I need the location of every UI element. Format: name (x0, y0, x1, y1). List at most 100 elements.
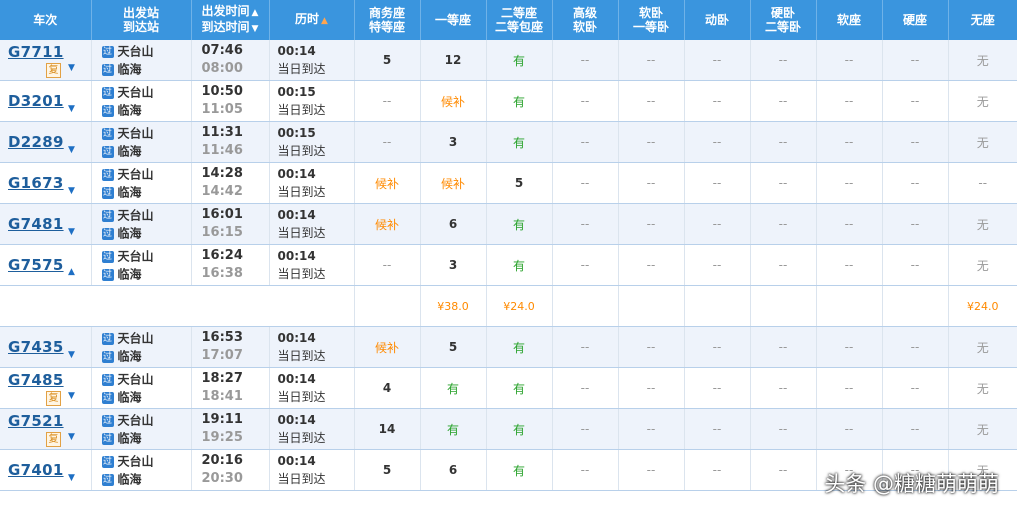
chevron-down-icon[interactable]: ▼ (68, 145, 75, 155)
train-number-link[interactable]: D3201 (8, 92, 64, 110)
header-duration[interactable]: 历时 ▲ (269, 0, 355, 40)
seat-second-seat[interactable]: 有 (486, 80, 553, 122)
seat-first-seat[interactable]: 候补 (420, 162, 487, 204)
duration-cell: 00:14 当日到达 (269, 408, 355, 450)
chevron-up-icon[interactable]: ▲ (68, 267, 75, 277)
seat-hard-sleeper: -- (750, 162, 817, 204)
chevron-down-icon[interactable]: ▼ (68, 227, 75, 237)
seat-status[interactable]: 候补 (375, 218, 399, 232)
seat-second-seat[interactable]: 有 (486, 408, 553, 450)
train-number-link[interactable]: G7711 (8, 43, 64, 61)
chevron-down-icon[interactable]: ▼ (68, 350, 75, 360)
train-number-link[interactable]: G7575 (8, 256, 64, 274)
seat-business-seat[interactable]: 候补 (354, 203, 421, 245)
duration-cell: 00:14 当日到达 (269, 162, 355, 204)
header-arrive-time[interactable]: 到达时间 ▼ (192, 20, 269, 36)
seat-second-seat[interactable]: 有 (486, 203, 553, 245)
header-depart-time[interactable]: 出发时间 ▲ (192, 4, 269, 20)
seat-status[interactable]: 有 (513, 259, 525, 273)
seat-hard-seat: -- (882, 203, 949, 245)
arrive-station: 临海 (117, 144, 142, 159)
chevron-down-icon[interactable]: ▼ (68, 473, 75, 483)
seat-status[interactable]: 14 (379, 422, 396, 436)
seat-second-seat[interactable]: 有 (486, 40, 553, 81)
seat-first-seat[interactable]: 5 (420, 326, 487, 368)
seat-business-seat[interactable]: 候补 (354, 162, 421, 204)
sort-up-icon[interactable]: ▲ (321, 16, 328, 26)
seat-first-seat[interactable]: 候补 (420, 80, 487, 122)
seat-first-seat[interactable]: 3 (420, 121, 487, 163)
seat-business-seat[interactable]: 14 (354, 408, 421, 450)
chevron-down-icon[interactable]: ▼ (68, 432, 75, 442)
seat-business-seat[interactable]: 4 (354, 367, 421, 409)
chevron-down-icon[interactable]: ▼ (68, 186, 75, 196)
seat-second-seat[interactable]: 有 (486, 244, 553, 286)
seat-business-seat[interactable]: 5 (354, 449, 421, 491)
duration-cell: 00:14 当日到达 (269, 367, 355, 409)
seat-first-seat[interactable]: 有 (420, 408, 487, 450)
train-number-link[interactable]: G7521 (8, 412, 64, 430)
seat-no-seat: -- (948, 162, 1017, 204)
seat-status[interactable]: 有 (513, 382, 525, 396)
seat-soft-sleeper: -- (618, 244, 685, 286)
chevron-down-icon[interactable]: ▼ (68, 63, 75, 73)
chevron-down-icon[interactable]: ▼ (68, 104, 75, 114)
seat-status[interactable]: 5 (383, 463, 391, 477)
seat-hard-seat: -- (882, 408, 949, 450)
seat-first-seat[interactable]: 3 (420, 244, 487, 286)
seat-status: -- (910, 340, 920, 354)
seat-business-seat[interactable]: 5 (354, 40, 421, 81)
seat-status[interactable]: 候补 (375, 341, 399, 355)
pass-station-icon: 过 (101, 250, 114, 263)
seat-status[interactable]: 有 (447, 423, 459, 437)
train-number-link[interactable]: G7435 (8, 338, 64, 356)
header-times[interactable]: 出发时间 ▲ 到达时间 ▼ (191, 0, 270, 40)
train-number-link[interactable]: D2289 (8, 133, 64, 151)
seat-status[interactable]: 5 (383, 53, 391, 67)
seat-status[interactable]: 有 (513, 423, 525, 437)
seat-second-seat[interactable]: 5 (486, 162, 553, 204)
seat-status[interactable]: 5 (449, 340, 457, 354)
seat-status[interactable]: 3 (449, 135, 457, 149)
seat-second-seat[interactable]: 有 (486, 121, 553, 163)
train-number-link[interactable]: G7485 (8, 371, 64, 389)
duration: 00:15 (277, 85, 316, 99)
seat-status: -- (382, 135, 392, 149)
seat-status[interactable]: 候补 (375, 177, 399, 191)
seat-second-seat[interactable]: 有 (486, 449, 553, 491)
seat-first-seat[interactable]: 12 (420, 40, 487, 81)
seat-status[interactable]: 6 (449, 217, 457, 231)
seat-status[interactable]: 5 (515, 176, 523, 190)
seat-first-seat[interactable]: 6 (420, 449, 487, 491)
train-number-link[interactable]: G1673 (8, 174, 64, 192)
seat-business-seat[interactable]: 候补 (354, 326, 421, 368)
seat-status: -- (778, 381, 788, 395)
sort-up-icon[interactable]: ▲ (252, 8, 259, 18)
seat-status[interactable]: 有 (447, 382, 459, 396)
seat-status[interactable]: 有 (513, 95, 525, 109)
seat-second-seat[interactable]: 有 (486, 326, 553, 368)
sort-down-icon[interactable]: ▼ (252, 24, 259, 34)
seat-status[interactable]: 有 (513, 54, 525, 68)
seat-first-seat[interactable]: 6 (420, 203, 487, 245)
seat-status[interactable]: 3 (449, 258, 457, 272)
times-cell: 16:53 17:07 (191, 326, 270, 368)
seat-status[interactable]: 有 (513, 341, 525, 355)
seat-status[interactable]: 候补 (441, 95, 465, 109)
seat-status: -- (646, 176, 656, 190)
seat-soft-sleeper: -- (618, 121, 685, 163)
chevron-down-icon[interactable]: ▼ (68, 391, 75, 401)
seat-status[interactable]: 4 (383, 381, 391, 395)
train-number-link[interactable]: G7401 (8, 461, 64, 479)
seat-status[interactable]: 有 (513, 464, 525, 478)
seat-status: -- (910, 53, 920, 67)
seat-status[interactable]: 候补 (441, 177, 465, 191)
seat-status[interactable]: 12 (445, 53, 462, 67)
pass-station-icon: 过 (101, 391, 114, 404)
seat-status[interactable]: 有 (513, 218, 525, 232)
train-number-link[interactable]: G7481 (8, 215, 64, 233)
seat-first-seat[interactable]: 有 (420, 367, 487, 409)
seat-second-seat[interactable]: 有 (486, 367, 553, 409)
seat-status[interactable]: 6 (449, 463, 457, 477)
seat-status[interactable]: 有 (513, 136, 525, 150)
